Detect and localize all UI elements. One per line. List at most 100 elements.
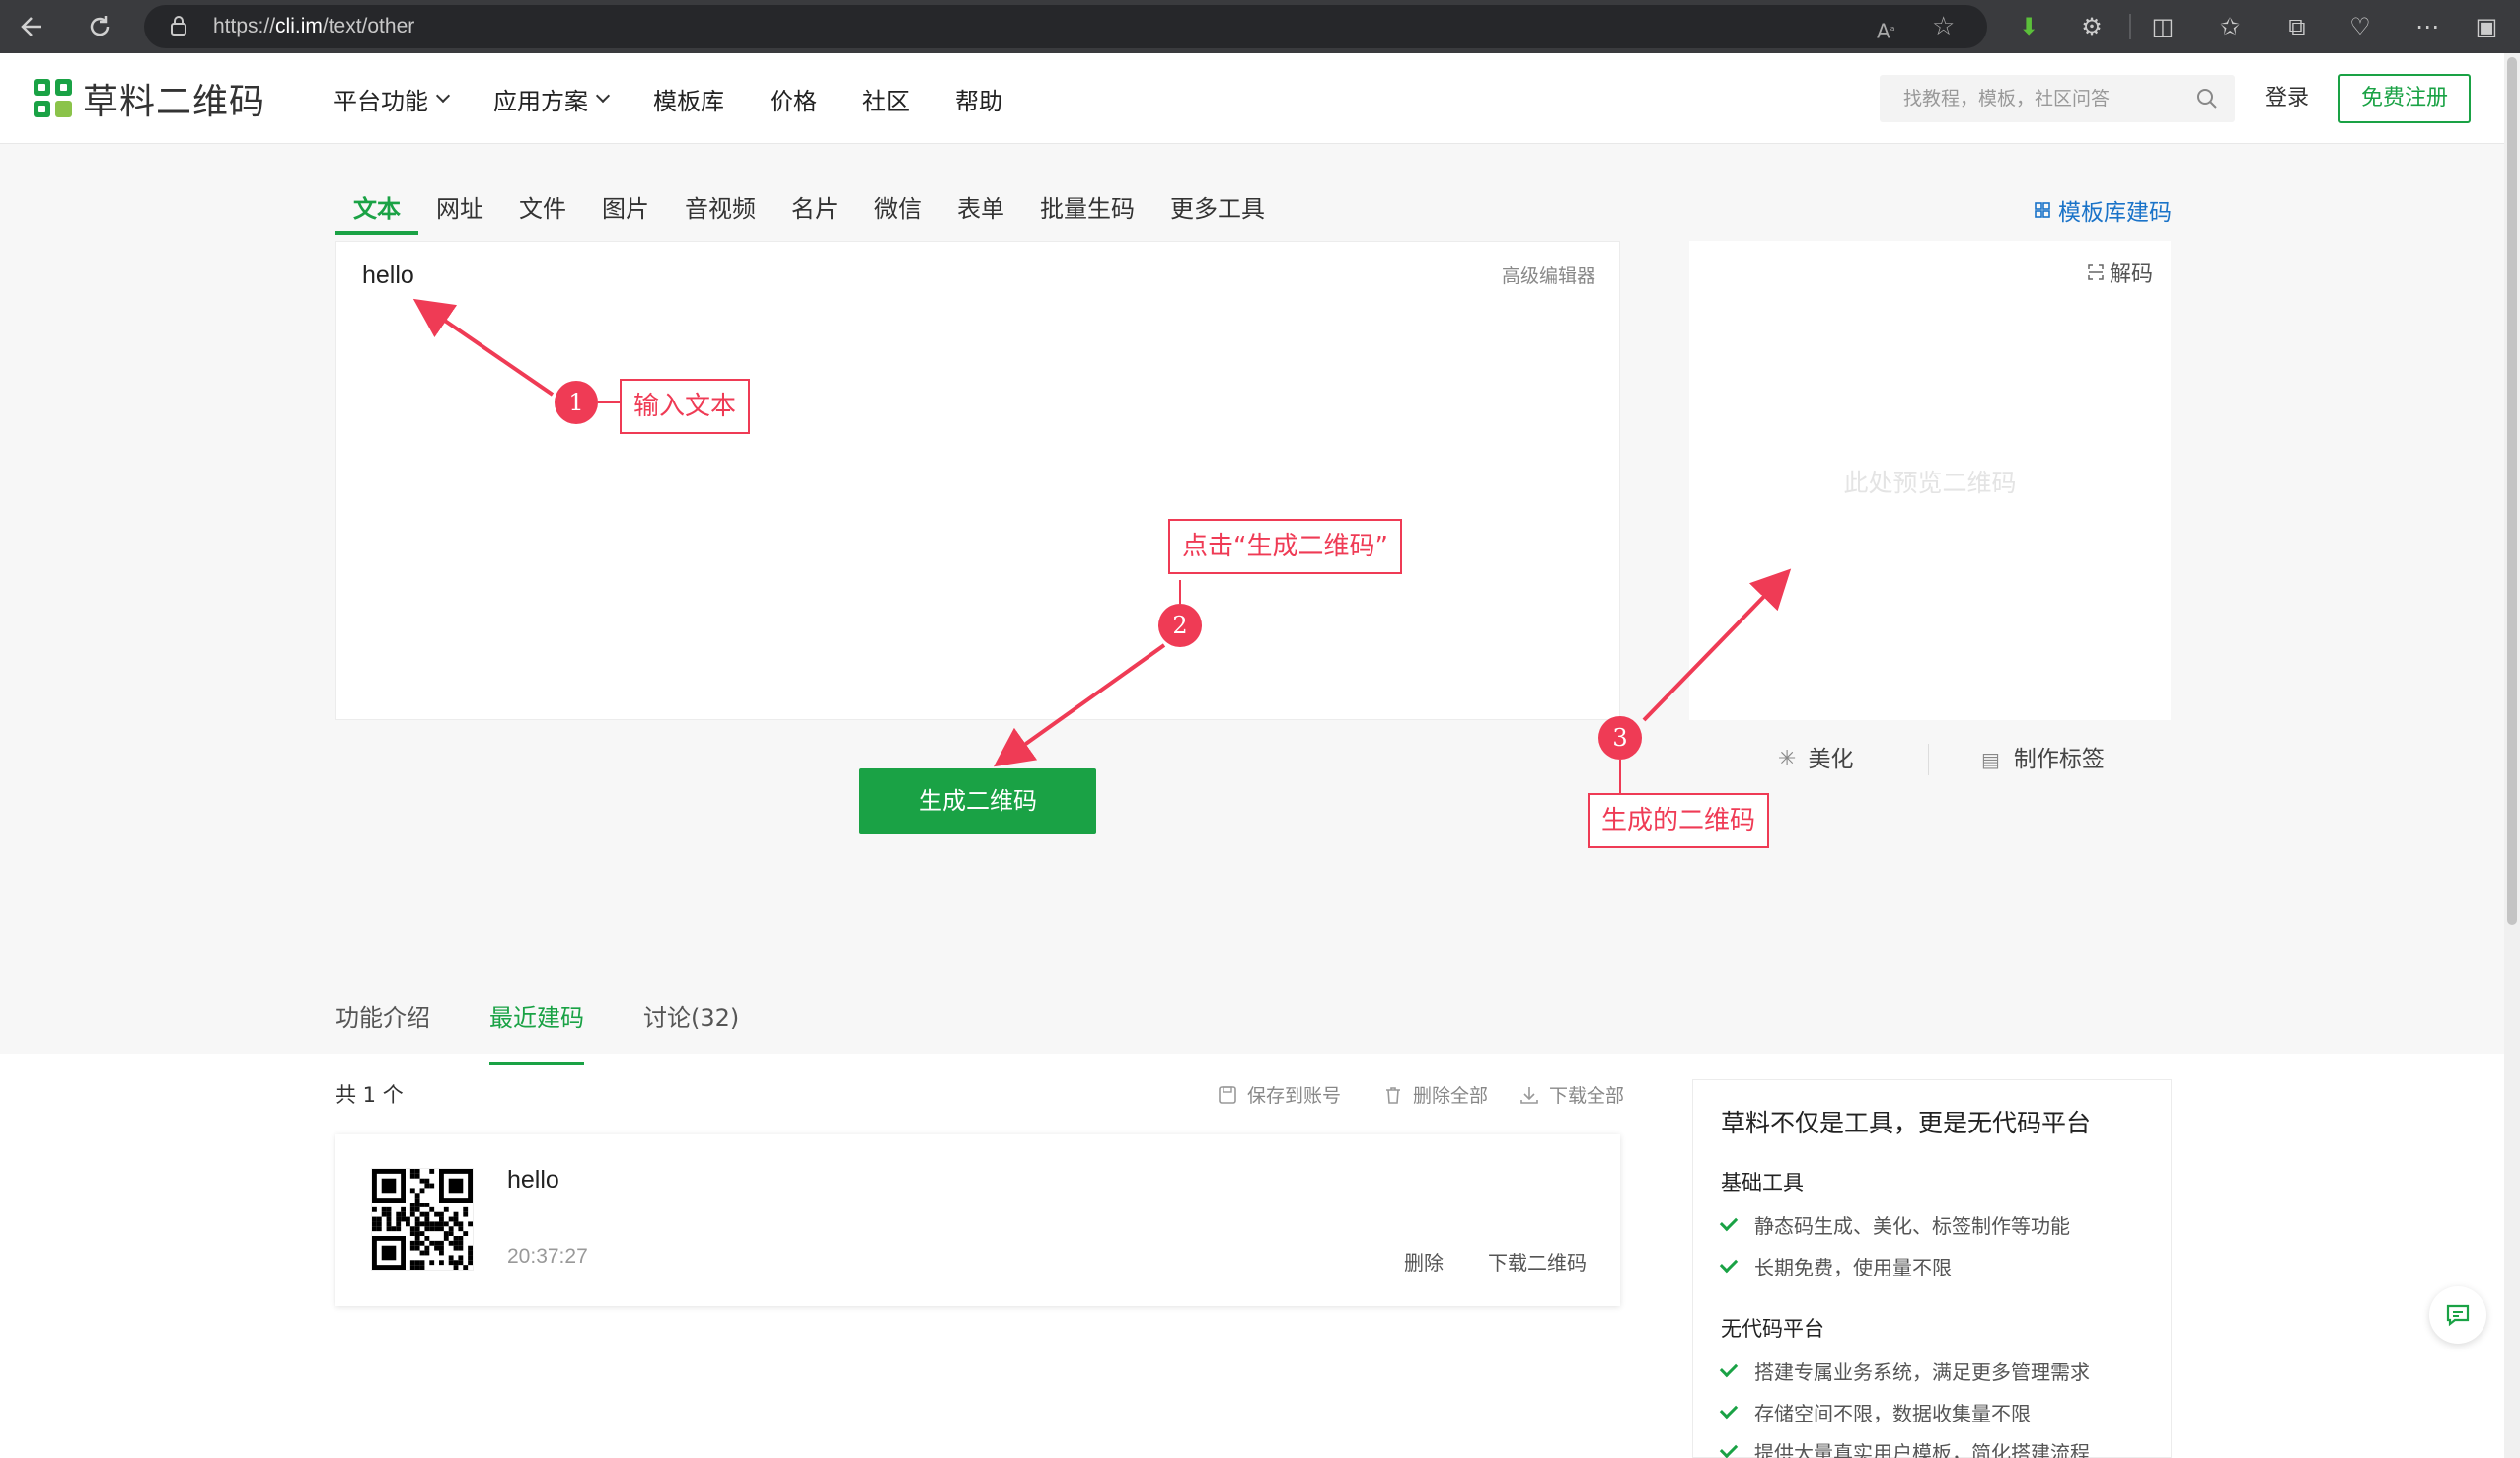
section-title-basic: 基础工具 (1721, 1171, 1804, 1195)
search-placeholder: 找教程，模板，社区问答 (1903, 88, 2111, 109)
download-all-label: 下载全部 (1549, 1085, 1625, 1107)
sidebar-toggle-icon[interactable]: ▣ (2467, 0, 2506, 53)
text-editor[interactable]: hello 高级编辑器 (335, 241, 1620, 720)
recent-record-row: hello 20:37:27 删除 下载二维码 (335, 1134, 1620, 1306)
save-to-account-button[interactable]: 保存到账号 (1218, 1081, 1341, 1108)
reload-icon[interactable] (81, 8, 118, 45)
step3-marker: 3 (1598, 716, 1642, 760)
check-icon (1719, 1212, 1739, 1231)
feature-item: 静态码生成、美化、标签制作等功能 (1719, 1210, 2070, 1239)
scan-icon (2088, 264, 2104, 280)
back-icon[interactable] (14, 8, 51, 45)
info-card-title: 草料不仅是工具，更是无代码平台 (1721, 1109, 2092, 1137)
feature-item: 提供大量真实用户模板，简化搭建流程 (1719, 1437, 2090, 1458)
qr-code-thumbnail[interactable] (371, 1168, 474, 1271)
tab-wechat[interactable]: 微信 (856, 187, 939, 231)
download-icon[interactable]: ⬇ (2009, 0, 2048, 53)
editor-text[interactable]: hello (362, 261, 414, 290)
check-icon (1719, 1254, 1739, 1273)
read-aloud-icon[interactable]: Aₐ (1877, 5, 1894, 53)
advanced-editor-link[interactable]: 高级编辑器 (1502, 261, 1595, 288)
sub-tabs: 功能介绍 最近建码 讨论(32) (335, 996, 798, 1065)
qr-preview-panel: 解码 此处预览二维码 (1689, 241, 2171, 720)
template-library-link[interactable]: 模板库建码 (2035, 193, 2172, 227)
download-all-button[interactable]: 下载全部 (1519, 1081, 1624, 1108)
chevron-down-icon (435, 88, 451, 104)
tab-business-card[interactable]: 名片 (774, 187, 856, 231)
tab-image[interactable]: 图片 (584, 187, 667, 231)
make-label-button[interactable]: ▤ 制作标签 (1981, 730, 2105, 789)
split-screen-icon[interactable]: ◫ (2143, 0, 2183, 53)
sparkle-icon: ✳ (1778, 747, 1797, 771)
nav-item-platform[interactable]: 平台功能 (334, 82, 451, 116)
beautify-label: 美化 (1808, 747, 1854, 772)
nav-item-help[interactable]: 帮助 (955, 82, 1002, 116)
feedback-chat-button[interactable] (2429, 1286, 2486, 1344)
decode-button[interactable]: 解码 (2088, 256, 2153, 288)
step2-marker: 2 (1158, 604, 1202, 647)
site-header: 草料二维码 平台功能 应用方案 模板库 价格 社区 帮助 找教程，模板，社区问答… (0, 53, 2504, 144)
chat-icon (2446, 1304, 2470, 1327)
save-icon (1219, 1085, 1236, 1104)
tab-batch[interactable]: 批量生码 (1022, 187, 1152, 231)
trash-icon (1386, 1086, 1400, 1104)
favorite-star-icon[interactable]: ☆ (1932, 5, 1955, 48)
search-input[interactable]: 找教程，模板，社区问答 (1880, 75, 2235, 122)
nav-item-pricing[interactable]: 价格 (770, 82, 817, 116)
generate-qr-button[interactable]: 生成二维码 (859, 768, 1096, 834)
tab-introduction[interactable]: 功能介绍 (335, 996, 430, 1054)
register-button[interactable]: 免费注册 (2338, 74, 2471, 123)
lock-icon (171, 16, 186, 36)
tab-more-tools[interactable]: 更多工具 (1152, 187, 1283, 231)
tab-audio-video[interactable]: 音视频 (667, 187, 774, 231)
qr-code-icon (372, 1169, 473, 1270)
search-icon[interactable] (2195, 87, 2219, 110)
main-nav: 平台功能 应用方案 模板库 价格 社区 帮助 (334, 53, 1048, 144)
platform-info-card: 草料不仅是工具，更是无代码平台 基础工具 静态码生成、美化、标签制作等功能 长期… (1692, 1079, 2172, 1458)
tab-recent[interactable]: 最近建码 (489, 996, 584, 1065)
record-time: 20:37:27 (507, 1245, 588, 1268)
check-icon (1719, 1439, 1739, 1458)
beautify-button[interactable]: ✳ 美化 (1778, 730, 1853, 789)
health-icon[interactable]: ♡ (2340, 0, 2380, 53)
logo-mark-icon (34, 79, 73, 118)
tab-text[interactable]: 文本 (335, 187, 418, 235)
page-scrollbar[interactable] (2504, 53, 2520, 1458)
address-bar[interactable]: https://cli.im/text/other Aₐ ☆ (144, 5, 1987, 48)
record-count: 共 1 个 (335, 1083, 404, 1107)
make-label-label: 制作标签 (2013, 747, 2105, 772)
nav-item-community[interactable]: 社区 (862, 82, 910, 116)
browser-toolbar: https://cli.im/text/other Aₐ ☆ ⬇ ⚙ ◫ ✩ ⧉… (0, 0, 2520, 53)
collections-icon[interactable]: ⧉ (2277, 0, 2317, 53)
record-title[interactable]: hello (507, 1166, 559, 1195)
check-icon (1719, 1358, 1739, 1377)
extensions-icon[interactable]: ⚙ (2072, 0, 2112, 53)
download-icon (1520, 1086, 1538, 1104)
step3-callout: 生成的二维码 (1588, 793, 1770, 848)
step2-callout: 点击“生成二维码” (1168, 519, 1402, 574)
feature-item: 长期免费，使用量不限 (1719, 1252, 1952, 1280)
delete-record-link[interactable]: 删除 (1404, 1247, 1444, 1276)
preview-actions: ✳ 美化 ▤ 制作标签 (1689, 730, 2171, 789)
delete-all-button[interactable]: 删除全部 (1383, 1081, 1488, 1108)
delete-all-label: 删除全部 (1413, 1085, 1489, 1107)
tab-discussion[interactable]: 讨论(32) (643, 996, 739, 1054)
more-icon[interactable]: ⋯ (2408, 0, 2447, 53)
feature-item: 存储空间不限，数据收集量不限 (1719, 1398, 2031, 1426)
nav-item-solutions[interactable]: 应用方案 (493, 82, 611, 116)
logo-text: 草料二维码 (83, 82, 266, 122)
save-to-account-label: 保存到账号 (1247, 1085, 1342, 1107)
tab-form[interactable]: 表单 (939, 187, 1022, 231)
nav-item-templates[interactable]: 模板库 (653, 82, 724, 116)
download-qr-link[interactable]: 下载二维码 (1488, 1247, 1587, 1276)
actions-divider (1928, 744, 1929, 775)
tab-url[interactable]: 网址 (418, 187, 501, 231)
grid-icon (2035, 202, 2050, 218)
favorites-icon[interactable]: ✩ (2210, 0, 2250, 53)
logo[interactable]: 草料二维码 (34, 77, 265, 122)
login-link[interactable]: 登录 (2265, 53, 2309, 144)
chevron-down-icon (595, 88, 611, 104)
scrollbar-thumb[interactable] (2507, 57, 2517, 925)
tab-file[interactable]: 文件 (501, 187, 584, 231)
check-icon (1719, 1400, 1739, 1419)
